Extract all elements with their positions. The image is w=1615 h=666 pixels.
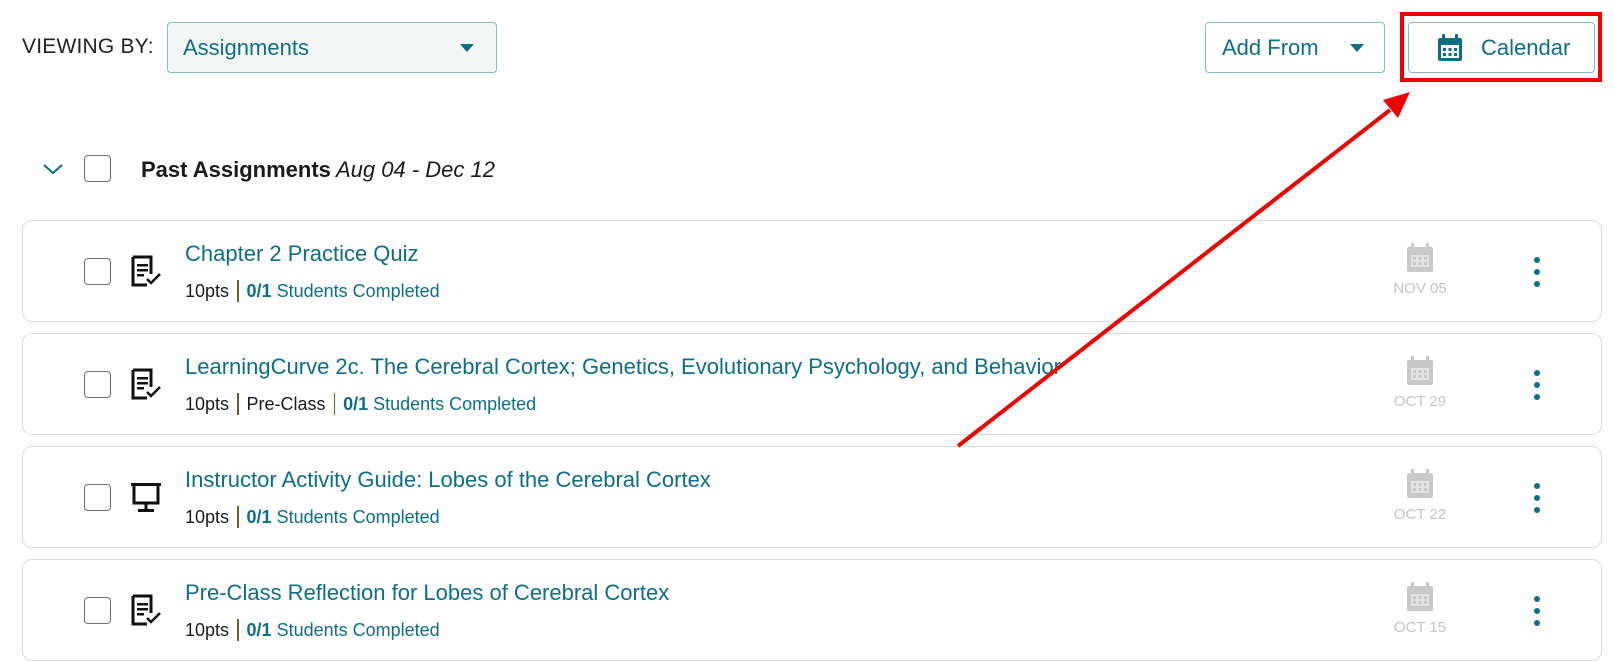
more-options-icon[interactable]: [1531, 257, 1543, 287]
assignment-card: Pre-Class Reflection for Lobes of Cerebr…: [22, 559, 1602, 661]
assignment-meta: 10pts 0/1 Students Completed: [185, 506, 440, 528]
points: 10pts: [185, 619, 230, 640]
completed-fraction: 0/1: [246, 506, 272, 527]
viewing-by-label: VIEWING BY:: [22, 35, 154, 58]
caret-down-icon: [460, 44, 474, 52]
completed-label: Students Completed: [276, 506, 440, 527]
calendar-icon: [1407, 582, 1433, 611]
section-title: Past Assignments: [141, 157, 331, 182]
divider: [237, 280, 239, 302]
assignment-title-link[interactable]: Instructor Activity Guide: Lobes of the …: [185, 467, 711, 493]
calendar-label: Calendar: [1481, 35, 1571, 60]
chevron-down-icon[interactable]: [42, 162, 64, 181]
more-options-icon[interactable]: [1531, 370, 1543, 400]
assignment-meta: 10pts Pre-Class 0/1 Students Completed: [185, 393, 536, 415]
section-date-range: Aug 04 - Dec 12: [336, 157, 495, 182]
due-date: OCT 15: [1385, 582, 1455, 636]
completed-fraction: 0/1: [246, 619, 272, 640]
completed-fraction: 0/1: [343, 393, 369, 414]
due-date: NOV 05: [1385, 243, 1455, 297]
divider: [237, 393, 239, 415]
add-from-button[interactable]: Add From: [1205, 22, 1385, 73]
calendar-button[interactable]: Calendar: [1408, 22, 1595, 73]
more-options-icon[interactable]: [1531, 596, 1543, 626]
due-date-text: OCT 29: [1393, 393, 1447, 410]
due-date-text: OCT 22: [1393, 506, 1447, 523]
completed-label: Students Completed: [276, 619, 440, 640]
assignment-checkbox[interactable]: [84, 258, 111, 285]
quiz-icon: [129, 368, 163, 407]
select-all-checkbox[interactable]: [84, 155, 111, 182]
assignment-meta: 10pts 0/1 Students Completed: [185, 280, 440, 302]
assignment-title-link[interactable]: Chapter 2 Practice Quiz: [185, 241, 419, 267]
completed-fraction: 0/1: [246, 280, 272, 301]
completed-label: Students Completed: [373, 393, 537, 414]
calendar-icon: [1407, 469, 1433, 498]
assignment-title-link[interactable]: Pre-Class Reflection for Lobes of Cerebr…: [185, 580, 669, 606]
points: 10pts: [185, 393, 230, 414]
due-date-text: OCT 15: [1393, 619, 1447, 636]
completed-label: Students Completed: [276, 280, 440, 301]
view-by-selected-value: Assignments: [183, 34, 309, 60]
assignment-card: LearningCurve 2c. The Cerebral Cortex; G…: [22, 333, 1602, 435]
divider: [237, 506, 239, 528]
view-by-select[interactable]: Assignments: [167, 22, 497, 73]
divider: [333, 393, 336, 415]
category: Pre-Class: [246, 393, 326, 414]
quiz-icon: [129, 255, 163, 294]
assignment-card: Instructor Activity Guide: Lobes of the …: [22, 446, 1602, 548]
assignment-checkbox[interactable]: [84, 371, 111, 398]
assignment-checkbox[interactable]: [84, 597, 111, 624]
due-date: OCT 22: [1385, 469, 1455, 523]
due-date-text: NOV 05: [1393, 280, 1447, 297]
points: 10pts: [185, 280, 230, 301]
assignment-meta: 10pts 0/1 Students Completed: [185, 619, 440, 641]
points: 10pts: [185, 506, 230, 527]
quiz-icon: [129, 594, 163, 633]
assignment-title-link[interactable]: LearningCurve 2c. The Cerebral Cortex; G…: [185, 354, 1061, 380]
assignment-checkbox[interactable]: [84, 484, 111, 511]
section-header-past-assignments: Past Assignments Aug 04 - Dec 12: [0, 150, 1615, 198]
add-from-label: Add From: [1222, 34, 1319, 60]
due-date: OCT 29: [1385, 356, 1455, 410]
calendar-icon: [1407, 356, 1433, 385]
calendar-icon: [1437, 34, 1463, 67]
calendar-icon: [1407, 243, 1433, 272]
more-options-icon[interactable]: [1531, 483, 1543, 513]
divider: [237, 619, 239, 641]
presentation-icon: [129, 481, 163, 520]
toolbar: VIEWING BY: Assignments Add From Calenda…: [0, 0, 1615, 100]
caret-down-icon: [1350, 44, 1364, 52]
assignment-card: Chapter 2 Practice Quiz 10pts 0/1 Studen…: [22, 220, 1602, 322]
